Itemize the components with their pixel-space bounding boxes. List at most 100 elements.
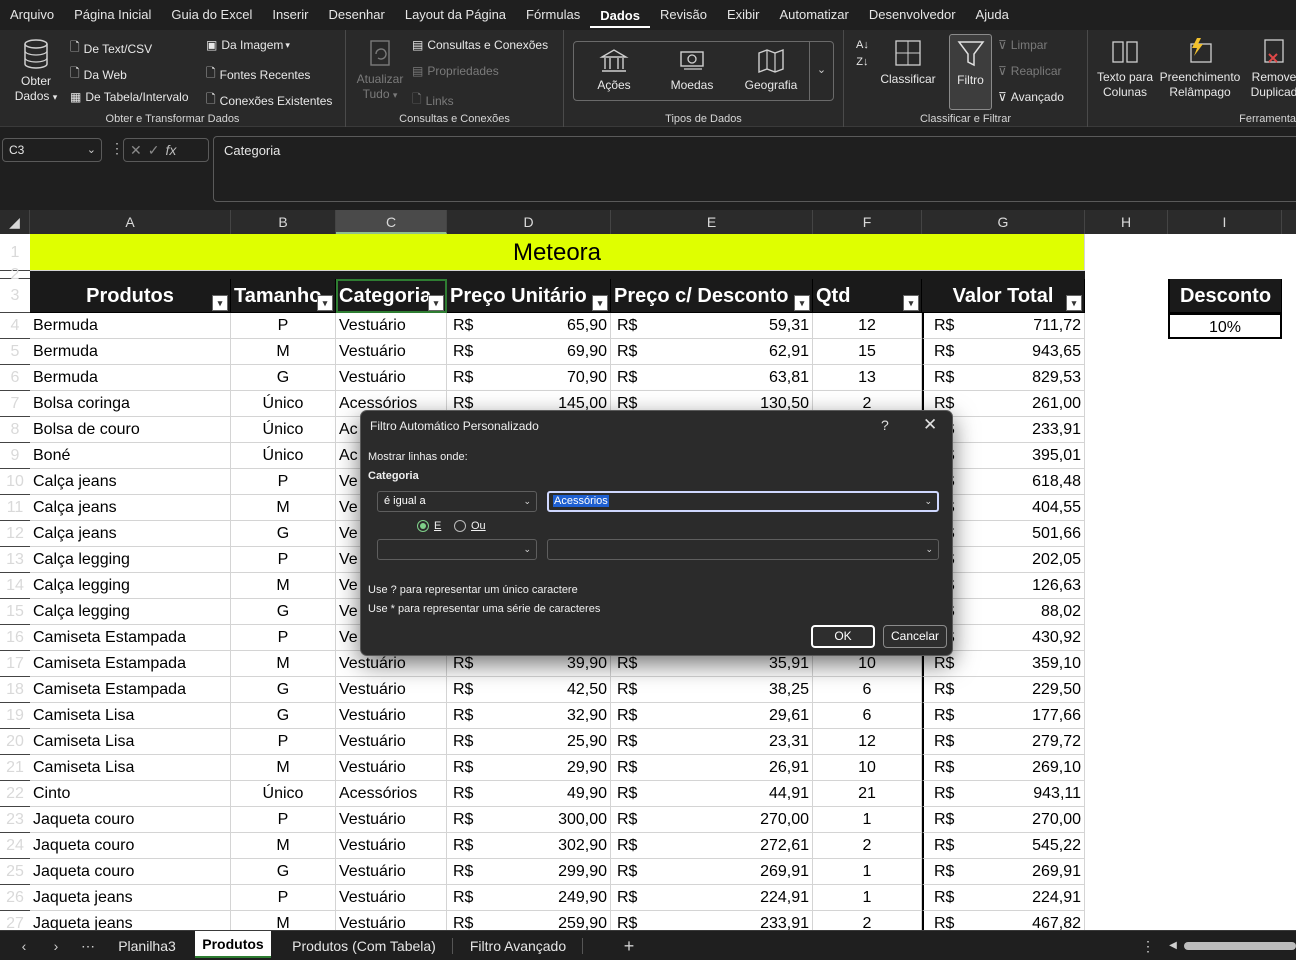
value2-combobox[interactable]: ⌄: [547, 539, 939, 560]
column-header-e[interactable]: E: [611, 210, 813, 234]
menu-f-rmulas[interactable]: Fórmulas: [516, 0, 590, 30]
tab-next-icon[interactable]: ›: [46, 931, 66, 960]
cell-qtd[interactable]: 15: [813, 339, 922, 365]
cell-produto[interactable]: Bolsa coringa: [30, 391, 231, 417]
filter-dropdown-icon[interactable]: ▾: [903, 295, 919, 311]
close-icon[interactable]: ✕: [923, 415, 937, 435]
row-header[interactable]: 17: [0, 651, 30, 677]
cell-qtd[interactable]: 10: [813, 755, 922, 781]
de-tabela-button[interactable]: ▦ De Tabela/Intervalo: [70, 90, 189, 104]
cell-tamanho[interactable]: M: [231, 651, 336, 677]
menu-dados[interactable]: Dados: [590, 2, 650, 28]
more-tabs-icon[interactable]: ⋯: [78, 931, 98, 960]
cell-tamanho[interactable]: G: [231, 365, 336, 391]
row-header[interactable]: 14: [0, 573, 30, 599]
menu-arquivo[interactable]: Arquivo: [0, 0, 64, 30]
cell-price[interactable]: R$ 302,90: [447, 833, 611, 859]
filter-dropdown-icon[interactable]: ▾: [1066, 295, 1082, 311]
cell-produto[interactable]: Boné: [30, 443, 231, 469]
cell-valor-total[interactable]: R$ 224,91: [922, 885, 1085, 911]
cancel-button[interactable]: Cancelar: [883, 625, 947, 648]
row-header[interactable]: 3: [0, 279, 30, 313]
cell-tamanho[interactable]: P: [231, 547, 336, 573]
cell-price[interactable]: R$ 70,90: [447, 365, 611, 391]
cell-tamanho[interactable]: Único: [231, 443, 336, 469]
desconto-value[interactable]: 10%: [1168, 313, 1282, 339]
cell-price[interactable]: R$ 38,25: [611, 677, 813, 703]
operator2-select[interactable]: ⌄: [377, 539, 537, 560]
and-radio[interactable]: [417, 520, 429, 532]
cell-produto[interactable]: Camiseta Lisa: [30, 729, 231, 755]
scroll-options-icon[interactable]: ⋮: [1140, 931, 1156, 960]
cell-categoria[interactable]: Vestuário: [336, 911, 447, 930]
avancado-button[interactable]: ⊽ Avançado: [998, 90, 1064, 104]
cell-price[interactable]: R$ 65,90: [447, 313, 611, 339]
cell-produto[interactable]: Calça legging: [30, 547, 231, 573]
cell-tamanho[interactable]: G: [231, 521, 336, 547]
operator1-select[interactable]: é igual a ⌄: [377, 491, 537, 512]
column-header-f[interactable]: F: [813, 210, 922, 234]
function-icon[interactable]: fx: [165, 142, 176, 158]
cell-valor-total[interactable]: R$ 829,53: [922, 365, 1085, 391]
cell-price[interactable]: R$ 32,90: [447, 703, 611, 729]
filter-dropdown-icon[interactable]: ▾: [428, 295, 444, 311]
cell-produto[interactable]: Calça legging: [30, 599, 231, 625]
cell-qtd[interactable]: 6: [813, 703, 922, 729]
cell-tamanho[interactable]: Único: [231, 781, 336, 807]
cell-valor-total[interactable]: R$ 229,50: [922, 677, 1085, 703]
cell-price[interactable]: R$ 249,90: [447, 885, 611, 911]
cell-produto[interactable]: Calça jeans: [30, 469, 231, 495]
cell-tamanho[interactable]: P: [231, 625, 336, 651]
sheet-title[interactable]: Meteora: [30, 234, 1085, 271]
cell-produto[interactable]: Jaqueta couro: [30, 833, 231, 859]
tab-prev-icon[interactable]: ‹: [14, 931, 34, 960]
cell-produto[interactable]: Camiseta Estampada: [30, 677, 231, 703]
acoes-button[interactable]: Ações: [584, 48, 644, 93]
column-header-g[interactable]: G: [922, 210, 1085, 234]
limpar-button[interactable]: ⊽ Limpar: [998, 38, 1047, 52]
cell-tamanho[interactable]: G: [231, 703, 336, 729]
classificar-button[interactable]: Classificar: [876, 38, 940, 87]
cell-produto[interactable]: Camiseta Estampada: [30, 625, 231, 651]
cell-categoria[interactable]: Vestuário: [336, 833, 447, 859]
cell-produto[interactable]: Jaqueta jeans: [30, 911, 231, 930]
cell-categoria[interactable]: Vestuário: [336, 755, 447, 781]
cell-categoria[interactable]: Vestuário: [336, 313, 447, 339]
cell-produto[interactable]: Camiseta Lisa: [30, 755, 231, 781]
cell-categoria[interactable]: Vestuário: [336, 677, 447, 703]
row-header[interactable]: 6: [0, 365, 30, 391]
row-header[interactable]: 4: [0, 313, 30, 339]
cell-price[interactable]: R$ 62,91: [611, 339, 813, 365]
menu-inserir[interactable]: Inserir: [262, 0, 318, 30]
sheet-tab-planilha3[interactable]: Planilha3: [108, 931, 186, 960]
cell-tamanho[interactable]: G: [231, 677, 336, 703]
column-title[interactable]: Categoria ▾: [336, 279, 447, 313]
cell-tamanho[interactable]: P: [231, 807, 336, 833]
value1-combobox[interactable]: Acessórios ⌄: [547, 491, 939, 512]
de-text-csv-button[interactable]: 🗋 De Text/CSV: [70, 38, 152, 59]
name-box[interactable]: C3 ⌄: [2, 138, 102, 162]
row-header[interactable]: 10: [0, 469, 30, 495]
scroll-left-icon[interactable]: ◀: [1166, 931, 1180, 960]
cell-produto[interactable]: Bolsa de couro: [30, 417, 231, 443]
cell-price[interactable]: R$ 269,91: [611, 859, 813, 885]
row-header[interactable]: 23: [0, 807, 30, 833]
row-header[interactable]: 18: [0, 677, 30, 703]
column-header-a[interactable]: A: [30, 210, 231, 234]
cell-valor-total[interactable]: R$ 943,11: [922, 781, 1085, 807]
column-title[interactable]: Preço Unitário ▾: [447, 279, 611, 313]
moedas-button[interactable]: Moedas: [662, 48, 722, 93]
row-header[interactable]: 11: [0, 495, 30, 521]
filter-dropdown-icon[interactable]: ▾: [794, 295, 810, 311]
cell-produto[interactable]: Calça jeans: [30, 521, 231, 547]
cell-valor-total[interactable]: R$ 177,66: [922, 703, 1085, 729]
row-header[interactable]: 25: [0, 859, 30, 885]
row-header[interactable]: 15: [0, 599, 30, 625]
cell-price[interactable]: R$ 299,90: [447, 859, 611, 885]
cell-qtd[interactable]: 12: [813, 313, 922, 339]
menu-exibir[interactable]: Exibir: [717, 0, 770, 30]
cell-tamanho[interactable]: P: [231, 729, 336, 755]
row-header[interactable]: 13: [0, 547, 30, 573]
menu-desenhar[interactable]: Desenhar: [318, 0, 394, 30]
row-header[interactable]: 5: [0, 339, 30, 365]
